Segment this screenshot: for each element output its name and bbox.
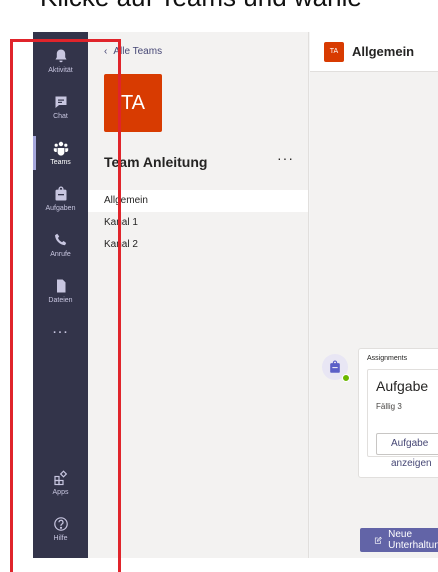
assignment-card-body: Aufgabe Fällig 3 Aufgabe anzeigen: [367, 369, 438, 469]
channel-main-pane: TA Allgemein Assignments Aufgabe Fällig …: [310, 32, 438, 558]
rail-item-help[interactable]: Hilfe: [33, 506, 88, 552]
apps-icon: [53, 470, 67, 486]
instruction-caption: Klicke auf Teams und wähle: [0, 0, 438, 14]
phone-icon: [54, 233, 66, 246]
teams-icon: [53, 141, 68, 156]
rail-label-files: Dateien: [48, 297, 73, 304]
new-conversation-button[interactable]: Neue Unterhaltung: [360, 528, 438, 552]
rail-item-files[interactable]: Dateien: [33, 268, 88, 314]
file-icon: [56, 279, 65, 293]
rail-label-teams: Teams: [50, 159, 71, 166]
rail-item-chat[interactable]: Chat: [33, 84, 88, 130]
assignment-title: Aufgabe: [376, 378, 429, 394]
channel-item-kanal-2[interactable]: Kanal 2: [88, 234, 308, 256]
compose-icon: [374, 536, 382, 544]
rail-item-activity[interactable]: Aktivität: [33, 38, 88, 84]
channel-avatar: TA: [324, 41, 344, 62]
chat-icon: [55, 96, 66, 108]
team-name: Team Anleitung: [104, 154, 208, 170]
chevron-left-icon: ‹: [104, 46, 108, 57]
rail-item-teams[interactable]: Teams: [33, 130, 88, 176]
channel-item-allgemein[interactable]: Allgemein: [88, 190, 308, 212]
rail-label-activity: Aktivität: [48, 67, 73, 74]
presence-available-icon: [342, 374, 350, 382]
rail-label-assignments: Aufgaben: [45, 205, 76, 212]
rail-label-chat: Chat: [53, 113, 68, 120]
teams-pane: ‹ Alle Teams TA Team Anleitung ··· Allge…: [88, 32, 309, 558]
rail-item-calls[interactable]: Anrufe: [33, 222, 88, 268]
backpack-icon: [330, 360, 340, 373]
app-rail: Aktivität Chat Teams Aufgaben Anrufe Dat…: [33, 32, 88, 558]
help-icon: [53, 517, 68, 531]
channel-title: Allgemein: [352, 44, 415, 59]
more-apps-icon[interactable]: ...: [52, 320, 68, 338]
channel-item-kanal-1[interactable]: Kanal 1: [88, 212, 308, 234]
team-avatar: TA: [104, 74, 162, 132]
teams-window: Aktivität Chat Teams Aufgaben Anrufe Dat…: [33, 32, 438, 558]
assignment-due: Fällig 3: [376, 402, 402, 411]
channel-list: Allgemein Kanal 1 Kanal 2: [88, 190, 308, 256]
rail-item-assignments[interactable]: Aufgaben: [33, 176, 88, 222]
bell-icon: [55, 49, 66, 63]
rail-item-apps[interactable]: Apps: [33, 460, 88, 506]
back-link-label: Alle Teams: [113, 46, 163, 57]
back-to-all-teams-link[interactable]: ‹ Alle Teams: [104, 46, 162, 57]
card-meta: Assignments: [367, 355, 408, 362]
new-conversation-label: Neue Unterhaltung: [388, 529, 438, 551]
rail-label-calls: Anrufe: [50, 251, 71, 258]
view-assignment-button[interactable]: Aufgabe anzeigen: [376, 433, 438, 469]
rail-label-apps: Apps: [52, 489, 69, 496]
channel-header: TA Allgemein: [310, 32, 438, 72]
assignment-card: Assignments Aufgabe Fällig 3 Aufgabe anz…: [358, 348, 438, 478]
rail-label-help: Hilfe: [53, 535, 68, 542]
backpack-icon: [55, 186, 66, 201]
team-more-options-icon[interactable]: ···: [277, 150, 294, 166]
